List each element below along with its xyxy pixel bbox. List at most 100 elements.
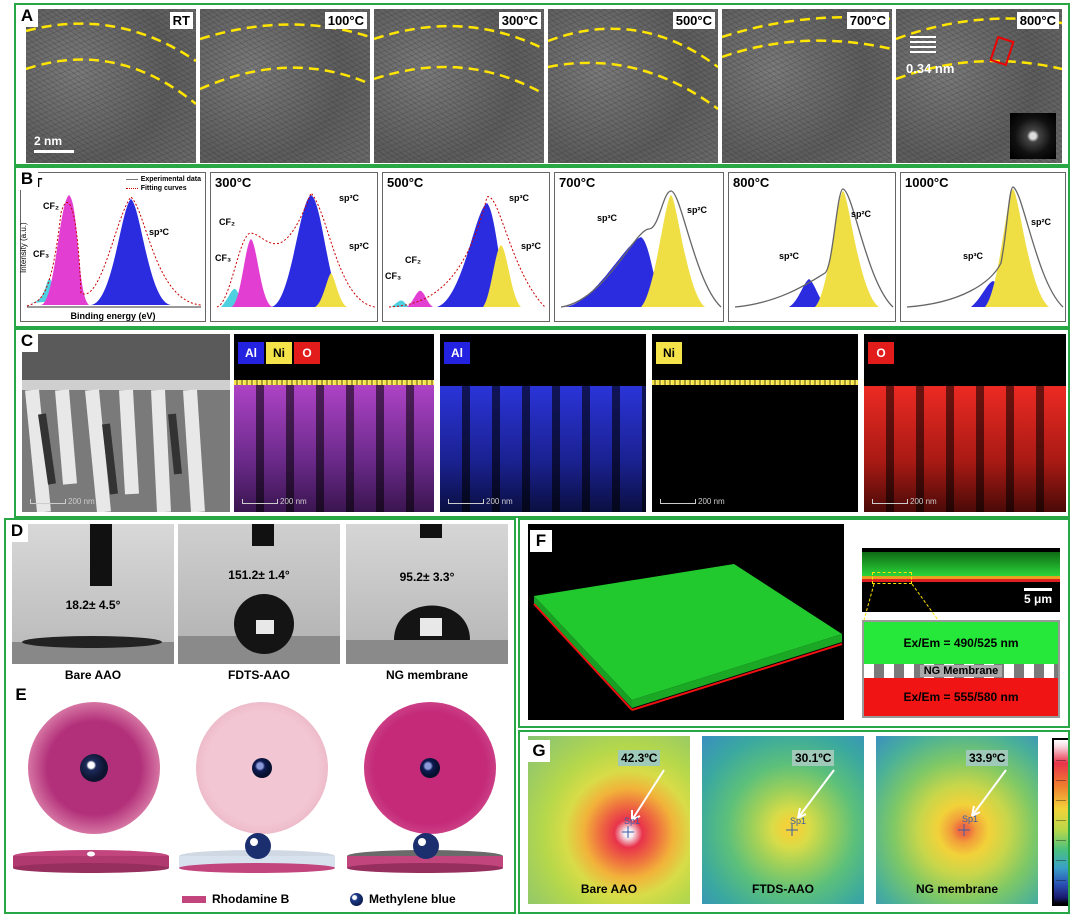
scale-bar: 200 nm bbox=[242, 497, 307, 506]
tem-label: 300°C bbox=[498, 12, 541, 29]
ann-sp2: sp²C bbox=[521, 241, 541, 251]
ann-sp2: sp²C bbox=[851, 209, 871, 219]
legend-o: O bbox=[294, 342, 320, 364]
edx-map-al: Al 200 nm bbox=[440, 334, 646, 512]
y-axis-label: Intensity (a.u.) bbox=[19, 222, 28, 273]
panel-f: F 5 μm Ex/Em = 490/525 nm NG Membrane Ex… bbox=[518, 518, 1070, 728]
xps-plot-300: 300°C CF₂ CF₃ sp³C sp²C bbox=[210, 172, 378, 322]
contact-angle-value: 151.2± 1.4° bbox=[228, 568, 290, 582]
ann-sp3: sp³C bbox=[339, 193, 359, 203]
dish-fdts-top bbox=[196, 702, 328, 834]
contact-angle-fdts: 151.2± 1.4° bbox=[178, 524, 340, 664]
scale-bar: 5 μm bbox=[1024, 588, 1052, 606]
tem-label: 700°C bbox=[846, 12, 889, 29]
ann-sp3: sp³C bbox=[963, 251, 983, 261]
spot-label: Sp1 bbox=[624, 816, 641, 826]
ann-cf3: CF₃ bbox=[385, 271, 402, 281]
tem-label: RT bbox=[169, 12, 193, 29]
panel-c-edx: C 200 nm Al Ni O 200 nm Al 200 nm Ni 200… bbox=[14, 328, 1070, 518]
panel-a-tem: A RT 2 nm 100°C 300°C 500°C 700°C 0.34 n… bbox=[14, 3, 1070, 166]
fft-inset bbox=[1010, 113, 1056, 159]
contact-angle-bare: 18.2± 4.5° bbox=[12, 524, 174, 664]
panel-label-b: B bbox=[16, 168, 38, 190]
panel-label-f: F bbox=[530, 530, 552, 552]
ir-image-fdts: 30.1ºC Sp1 FTDS-AAO bbox=[702, 736, 864, 904]
tem-image-300: 300°C bbox=[374, 9, 544, 163]
panel-label-g: G bbox=[528, 740, 550, 762]
legend-methylene: Methylene blue bbox=[350, 892, 456, 906]
scale-bar: 200 nm bbox=[30, 497, 95, 506]
contact-angle-ng: 95.2± 3.3° bbox=[346, 524, 508, 664]
dish-bare-side bbox=[13, 850, 169, 873]
ann-sp3: sp³C bbox=[509, 193, 529, 203]
spot-label: Sp1 bbox=[962, 814, 979, 824]
ca-caption: NG membrane bbox=[385, 668, 469, 682]
xps-legend: Experimental data Fitting curves bbox=[126, 175, 201, 193]
panel-g: G 42.3ºC Sp1 Bare AAO 30.1ºC Sp1 FTDS-AA… bbox=[518, 730, 1070, 914]
dish-ng-top bbox=[364, 702, 496, 834]
xps-title: 500°C bbox=[387, 175, 424, 190]
ann-cf3: CF₃ bbox=[33, 249, 50, 259]
spot-label: Sp1 bbox=[790, 816, 807, 826]
ann-sp3: sp³C bbox=[779, 251, 799, 261]
ann-cf2: CF₂ bbox=[43, 201, 59, 211]
ann-cf2: CF₂ bbox=[219, 217, 235, 227]
ng-membrane-label: NG Membrane bbox=[864, 664, 1058, 678]
ir-caption: NG membrane bbox=[915, 882, 999, 896]
panel-label-d: D bbox=[6, 520, 28, 542]
xps-title: 300°C bbox=[215, 175, 252, 190]
ca-caption: FDTS-AAO bbox=[228, 668, 290, 682]
legend-o: O bbox=[868, 342, 894, 364]
tem-image-rt: RT 2 nm bbox=[26, 9, 196, 163]
tem-image-800: 0.34 nm 800°C bbox=[896, 9, 1062, 163]
scale-bar: 2 nm bbox=[34, 134, 74, 153]
ann-cf2: CF₂ bbox=[405, 255, 421, 265]
scale-bar: 200 nm bbox=[448, 497, 513, 506]
ann-sp2: sp²C bbox=[687, 205, 707, 215]
ca-caption: Bare AAO bbox=[64, 668, 122, 682]
dish-ng-side bbox=[347, 833, 503, 873]
x-axis-label: Binding energy (eV) bbox=[70, 311, 156, 321]
edx-map-combined: Al Ni O 200 nm bbox=[234, 334, 434, 512]
tem-image-100: 100°C bbox=[200, 9, 370, 163]
legend-al: Al bbox=[444, 342, 470, 364]
contact-angle-value: 95.2± 3.3° bbox=[399, 570, 455, 584]
tem-label: 800°C bbox=[1016, 12, 1059, 29]
panel-b-xps: B RT Experimental dataFitting curves CF₂… bbox=[14, 166, 1070, 328]
panel-de: D 18.2± 4.5° Bare AAO 151.2± 1.4° FDTS-A… bbox=[4, 518, 516, 914]
xps-title: 1000°C bbox=[905, 175, 949, 190]
ann-cf3: CF₃ bbox=[215, 253, 232, 263]
edx-map-o: O 200 nm bbox=[864, 334, 1066, 512]
scale-bar: 200 nm bbox=[872, 497, 937, 506]
membrane-schematic: Ex/Em = 490/525 nm NG Membrane Ex/Em = 5… bbox=[862, 620, 1060, 718]
xps-title: 700°C bbox=[559, 175, 596, 190]
ir-caption: Bare AAO bbox=[580, 882, 638, 896]
legend-ni: Ni bbox=[656, 342, 682, 364]
dish-fdts-side bbox=[179, 833, 335, 873]
xps-plot-500: 500°C CF₂ CF₃ sp³C sp²C bbox=[382, 172, 550, 322]
excitation-top: Ex/Em = 490/525 nm bbox=[864, 622, 1058, 664]
xps-plot-1000: 1000°C sp³C sp²C bbox=[900, 172, 1066, 322]
xps-plot-700: 700°C sp³C sp²C bbox=[554, 172, 724, 322]
ann-sp2: sp²C bbox=[349, 241, 369, 251]
temperature-colorbar bbox=[1052, 738, 1068, 906]
xps-title: 800°C bbox=[733, 175, 770, 190]
tem-image-500: 500°C bbox=[548, 9, 718, 163]
contact-angle-value: 18.2± 4.5° bbox=[65, 598, 121, 612]
edx-map-ni: Ni 200 nm bbox=[652, 334, 858, 512]
ir-image-bare: 42.3ºC Sp1 Bare AAO bbox=[528, 736, 690, 904]
ann-sp3: sp³C bbox=[149, 227, 169, 237]
panel-label-e: E bbox=[10, 684, 32, 706]
excitation-bottom: Ex/Em = 555/580 nm bbox=[864, 678, 1058, 716]
dish-bare-top bbox=[28, 702, 160, 834]
confocal-3d bbox=[528, 524, 844, 720]
ir-caption: FTDS-AAO bbox=[752, 882, 814, 896]
sem-cross-section: 200 nm bbox=[22, 334, 230, 512]
legend-ni: Ni bbox=[266, 342, 292, 364]
panel-label-a: A bbox=[16, 5, 38, 27]
tem-label: 500°C bbox=[672, 12, 715, 29]
ir-image-ng: 33.9ºC Sp1 NG membrane bbox=[876, 736, 1038, 904]
legend-rhodamine: Rhodamine B bbox=[182, 892, 289, 906]
legend-al: Al bbox=[238, 342, 264, 364]
xps-plot-rt: RT Experimental dataFitting curves CF₂ C… bbox=[19, 172, 206, 322]
